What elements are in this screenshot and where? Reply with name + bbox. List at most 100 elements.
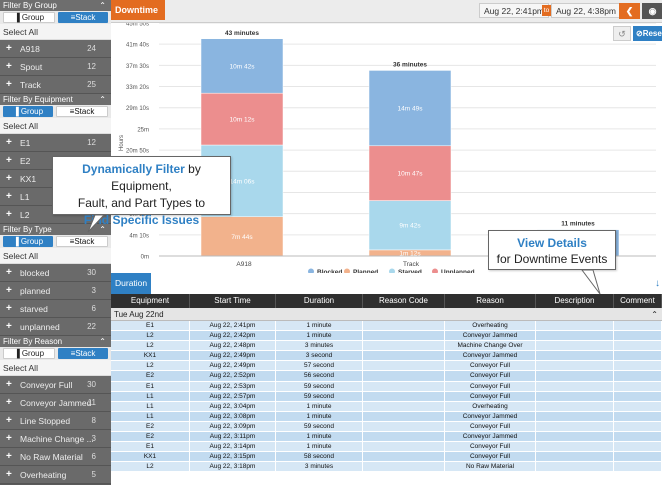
table-row[interactable]: L2 Aug 22, 2:48pm 3 minutes Machine Change …: [111, 341, 662, 352]
select-all-link[interactable]: Select All: [0, 118, 111, 134]
filter-section-header[interactable]: Filter By Reason ⌃: [0, 336, 111, 347]
plus-icon[interactable]: +: [6, 300, 12, 318]
plus-icon[interactable]: +: [6, 206, 12, 224]
plus-icon[interactable]: +: [6, 448, 12, 466]
collapse-caret-icon[interactable]: ⌃: [99, 0, 106, 11]
filter-item[interactable]: + Overheating 5: [0, 466, 111, 484]
filter-item[interactable]: + A918 24: [0, 40, 111, 58]
filter-item-label: E2: [20, 156, 31, 166]
table-row[interactable]: E2 Aug 22, 2:52pm 56 second Conveyor Full: [111, 371, 662, 382]
table-row[interactable]: E1 Aug 22, 2:53pm 59 second Conveyor Full: [111, 381, 662, 392]
plus-icon[interactable]: +: [6, 318, 12, 336]
column-header[interactable]: Duration: [276, 294, 363, 308]
filter-item[interactable]: + Machine Change ... 3: [0, 430, 111, 448]
collapse-icon[interactable]: ⌃: [651, 308, 658, 321]
column-header[interactable]: Comment: [614, 294, 662, 308]
group-button[interactable]: ▐ Group: [3, 12, 55, 23]
filter-item[interactable]: + Line Stopped 8: [0, 412, 111, 430]
column-header[interactable]: Equipment: [111, 294, 190, 308]
duration-tab[interactable]: Duration: [111, 273, 151, 294]
select-all-link[interactable]: Select All: [0, 24, 111, 40]
table-row[interactable]: E1 Aug 22, 3:14pm 1 minute Conveyor Full: [111, 442, 662, 453]
table-row[interactable]: L2 Aug 22, 2:49pm 57 second Conveyor Full: [111, 361, 662, 372]
plus-icon[interactable]: +: [6, 40, 12, 58]
date-to-field[interactable]: Aug 22, 4:38pm: [551, 3, 622, 18]
stack-button[interactable]: ≡Stack: [58, 348, 108, 359]
collapse-caret-icon[interactable]: ⌃: [99, 94, 106, 105]
column-header[interactable]: Reason Code: [363, 294, 445, 308]
table-row[interactable]: L2 Aug 22, 3:18pm 3 minutes No Raw Material: [111, 462, 662, 473]
plus-icon[interactable]: +: [6, 412, 12, 430]
plus-icon[interactable]: +: [6, 282, 12, 300]
table-cell: Aug 22, 3:15pm: [190, 452, 276, 462]
filter-item[interactable]: + planned 3: [0, 282, 111, 300]
filter-item[interactable]: + starved 6: [0, 300, 111, 318]
day-group-row[interactable]: Tue Aug 22nd ⌃: [111, 308, 662, 321]
group-button[interactable]: ▐ Group: [3, 106, 53, 117]
filter-item[interactable]: + unplanned 22: [0, 318, 111, 336]
column-header[interactable]: Description: [536, 294, 614, 308]
filter-item[interactable]: + Conveyor Full 30: [0, 376, 111, 394]
plus-icon[interactable]: +: [6, 394, 12, 412]
undo-icon[interactable]: ↺: [613, 26, 631, 41]
table-cell: L2: [111, 331, 190, 341]
filter-item[interactable]: + Spout 12: [0, 58, 111, 76]
table-cell: [536, 432, 614, 442]
plus-icon[interactable]: +: [6, 466, 12, 484]
plus-icon[interactable]: +: [6, 76, 12, 94]
plus-icon[interactable]: +: [6, 152, 12, 170]
column-header[interactable]: Start Time: [190, 294, 276, 308]
details-callout: View Details for Downtime Events: [488, 230, 616, 270]
plus-icon[interactable]: +: [6, 58, 12, 76]
table-row[interactable]: E2 Aug 22, 3:09pm 59 second Conveyor Full: [111, 421, 662, 433]
table-cell: Conveyor Jammed: [445, 432, 536, 442]
callout-details-text: for Downtime Events: [496, 252, 608, 266]
filter-section-header[interactable]: Filter By Group ⌃: [0, 0, 111, 11]
table-cell: [536, 381, 614, 391]
select-all-link[interactable]: Select All: [0, 248, 111, 264]
table-row[interactable]: L1 Aug 22, 3:04pm 1 minute Overheating: [111, 401, 662, 412]
table-cell: [536, 371, 614, 381]
filter-item-count: 5: [91, 470, 96, 479]
group-stack-toggle: ▐ Group ≡Stack: [0, 347, 111, 360]
filter-item[interactable]: + Track 25: [0, 76, 111, 94]
reset-button[interactable]: ⊘Rese: [633, 26, 662, 41]
filter-item-count: 22: [87, 322, 96, 331]
table-cell: [614, 442, 662, 452]
plus-icon[interactable]: +: [6, 188, 12, 206]
group-button[interactable]: ▐ Group: [3, 236, 53, 247]
filter-section: Filter By Type ⌃ ▐ Group ≡Stack Select All + b…: [0, 224, 111, 336]
stack-button[interactable]: ≡Stack: [58, 12, 108, 23]
filter-item[interactable]: + E1 12: [0, 134, 111, 152]
plus-icon[interactable]: +: [6, 376, 12, 394]
plus-icon[interactable]: +: [6, 134, 12, 152]
back-icon[interactable]: ❮: [619, 3, 640, 19]
plus-icon[interactable]: +: [6, 430, 12, 448]
table-cell: Aug 22, 3:09pm: [190, 421, 276, 432]
stack-button[interactable]: ≡Stack: [56, 236, 108, 247]
plus-icon[interactable]: +: [6, 264, 12, 282]
table-row[interactable]: KX1 Aug 22, 3:15pm 58 second Conveyor Full: [111, 452, 662, 463]
filter-item[interactable]: + blocked 30: [0, 264, 111, 282]
filter-item[interactable]: + Conveyor Jammed 11: [0, 394, 111, 412]
table-row[interactable]: L2 Aug 22, 2:42pm 1 minute Conveyor Jammed: [111, 331, 662, 342]
table-row[interactable]: KX1 Aug 22, 2:49pm 3 second Conveyor Jammed: [111, 351, 662, 362]
group-label: Group: [20, 237, 44, 246]
forward-icon[interactable]: ◉: [642, 3, 662, 19]
table-row[interactable]: L1 Aug 22, 2:57pm 59 second Conveyor Full: [111, 391, 662, 402]
plus-icon[interactable]: +: [6, 170, 12, 188]
filter-item[interactable]: + No Raw Material 6: [0, 448, 111, 466]
group-button[interactable]: ▐ Group: [3, 348, 55, 359]
collapse-caret-icon[interactable]: ⌃: [99, 336, 106, 347]
filter-section-header[interactable]: Filter By Equipment ⌃: [0, 94, 111, 105]
table-row[interactable]: E2 Aug 22, 3:11pm 1 minute Conveyor Jammed: [111, 432, 662, 443]
table-row[interactable]: L1 Aug 22, 3:08pm 1 minute Conveyor Jammed: [111, 411, 662, 422]
column-header[interactable]: Reason: [445, 294, 536, 308]
callout-filter-highlight2: Find Specific Issues: [83, 213, 200, 227]
sort-arrow-icon[interactable]: ↓: [655, 278, 660, 289]
date-from-field[interactable]: Aug 22, 2:41pm: [479, 3, 550, 18]
segment-value-label: 10m 47s: [398, 171, 424, 178]
stack-button[interactable]: ≡Stack: [56, 106, 108, 117]
select-all-link[interactable]: Select All: [0, 360, 111, 376]
table-row[interactable]: E1 Aug 22, 2:41pm 1 minute Overheating: [111, 321, 662, 332]
